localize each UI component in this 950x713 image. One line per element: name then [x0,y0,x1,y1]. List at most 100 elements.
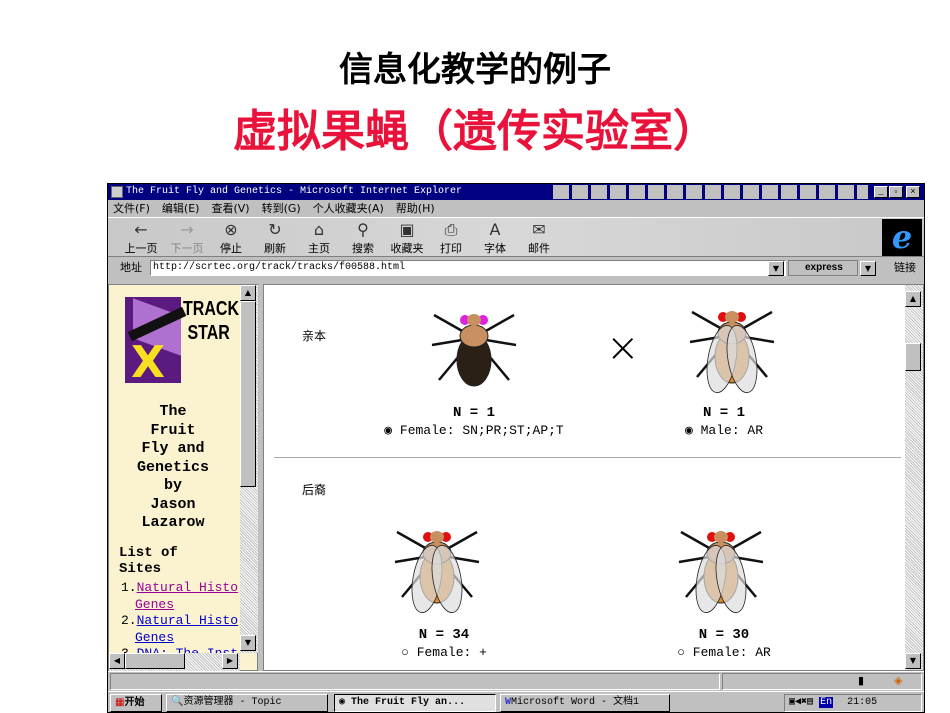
clock: 21:05 [847,697,878,708]
stop-button[interactable]: ⊗ 停止 [210,220,252,256]
menu-edit[interactable]: 编辑(E) [162,202,200,215]
fly-image-parent-male [687,297,777,401]
menu-favorites[interactable]: 个人收藏夹(A) [313,202,384,215]
trackstar-logo: X TRACK STAR [125,297,239,388]
minimize-button[interactable]: _ [874,186,888,198]
mail-icon: ✉ [532,220,546,239]
home-icon: ⌂ [313,220,325,239]
mail-button[interactable]: ✉ 邮件 [518,220,560,256]
language-indicator[interactable]: En [819,697,834,708]
express-dropdown-icon[interactable]: ▼ [860,261,876,276]
search-icon: ⚲ [357,220,369,239]
forward-button[interactable]: → 下一页 [166,220,208,256]
sidebar-text: Jason [150,495,196,513]
explorer-icon: 🔍 [171,697,184,708]
scroll-up-icon: ▲ [240,285,256,301]
fly-image-offspring-2 [676,517,766,621]
quick-launch-icons[interactable] [553,185,868,199]
sidebar-hscrollbar[interactable]: ◀ ▶ [109,653,240,671]
toolbar: ← 上一页 → 下一页 ⊗ 停止 ↻ 刷新 ⌂ 主页 ⚲ 搜索 ▣ 收藏夹 ⎙ 打印 A 字体 ✉… [108,217,924,257]
home-button[interactable]: ⌂ 主页 [298,220,340,256]
hscroll-thumb [125,653,185,669]
back-button[interactable]: ← 上一页 [120,220,162,256]
site-link-2[interactable]: Natural Histo [137,613,238,628]
forward-icon: → [180,220,194,239]
menu-view[interactable]: 查看(V) [211,202,249,215]
site-link-2-cont[interactable]: Genes [135,630,174,645]
tray-icons[interactable]: ▣◀✖▤ [789,697,813,708]
task-explorer[interactable]: 🔍资源管理器 - Topic [166,694,328,712]
site-link-1[interactable]: Natural Histo [137,580,238,595]
site-link-1-cont[interactable]: Genes [135,597,174,612]
sidebar-frame: X TRACK STAR The Fruit Fly and Genetics … [108,284,258,671]
title-bar: The Fruit Fly and Genetics - Microsoft I… [108,184,924,200]
slide-title: 信息化教学的例子 [339,50,611,90]
task-word[interactable]: WMicrosoft Word - 文档1 [500,694,670,712]
parent-female-count: N = 1 [452,405,495,421]
content-vscrollbar[interactable]: ▲ ▼ [905,285,923,670]
status-bar: ▮ ◈ [108,671,924,691]
refresh-icon: ↻ [268,220,282,239]
task-ie[interactable]: ◉ The Fruit Fly an... [334,694,496,712]
offspring-1-radio[interactable]: ○ Female: + [344,645,544,660]
favorites-button[interactable]: ▣ 收藏夹 [386,220,428,256]
address-dropdown-icon[interactable]: ▼ [768,261,784,276]
scroll-down-icon: ▼ [905,653,921,669]
offspring-2-radio[interactable]: ○ Female: AR [624,645,824,660]
scroll-thumb [905,343,921,371]
offspring-2-count: N = 30 [698,627,750,643]
refresh-button[interactable]: ↻ 刷新 [254,220,296,256]
site-list: 1.Natural Histo Genes 2.Natural Histo Ge… [121,580,241,663]
menu-bar: 文件(F) 编辑(E) 查看(V) 转到(G) 个人收藏夹(A) 帮助(H) [108,200,924,217]
start-button[interactable]: ▦开始 [110,694,162,712]
scroll-right-icon: ▶ [222,653,238,669]
font-button[interactable]: A 字体 [474,220,516,256]
close-button[interactable]: × [906,186,920,198]
font-icon: A [489,220,501,239]
address-input[interactable]: http://scrtec.org/track/tracks/f00588.ht… [150,260,786,276]
content-frame: 亲本 后裔 × N = 1 ◉ Female: SN;PR;ST;AP;T N … [263,284,924,671]
stop-icon: ⊗ [224,220,238,239]
page-icon: ▮ [858,674,865,687]
sidebar-text: The [159,403,187,420]
menu-help[interactable]: 帮助(H) [396,202,435,215]
scroll-thumb [240,301,256,487]
print-icon: ⎙ [444,220,458,239]
parents-label: 亲本 [302,329,327,343]
scroll-left-icon: ◀ [109,653,125,669]
maximize-button[interactable]: ▫ [889,186,903,198]
offspring-label: 后裔 [302,483,327,497]
ie-icon: ◉ [339,697,346,708]
print-button[interactable]: ⎙ 打印 [430,220,472,256]
fly-image-offspring-1 [392,517,482,621]
window-title: The Fruit Fly and Genetics - Microsoft I… [126,186,463,197]
sidebar-text: Genetics [136,458,209,476]
menu-go[interactable]: 转到(G) [262,202,301,215]
parent-male-radio[interactable]: ◉ Male: AR [634,423,814,438]
fly-image-parent-female [429,300,519,404]
taskbar: ▦开始 🔍资源管理器 - Topic ◉ The Fruit Fly an...… [108,691,924,713]
address-label: 地址 [120,261,142,274]
address-bar: 地址 http://scrtec.org/track/tracks/f00588… [108,257,924,279]
ie-icon [111,186,123,198]
divider [274,457,901,458]
parent-female-radio[interactable]: ◉ Female: SN;PR;ST;AP;T [354,423,594,438]
search-button[interactable]: ⚲ 搜索 [342,220,384,256]
sidebar-text: by [163,477,182,494]
express-button[interactable]: express [788,260,858,276]
scroll-down-icon: ▼ [240,635,256,651]
sidebar-text: Fly and [141,440,205,457]
links-label[interactable]: 链接 [894,257,916,279]
ie-logo: e [882,219,922,256]
logo-text: TRACK STAR [183,298,239,344]
back-icon: ← [134,220,148,239]
system-tray: ▣◀✖▤ En 21:05 [784,694,922,712]
sidebar-text: Fruit [150,421,196,439]
scroll-up-icon: ▲ [905,291,921,307]
sidebar-vscrollbar[interactable]: ▲ ▼ [240,285,258,653]
menu-file[interactable]: 文件(F) [113,202,150,215]
cross-symbol: × [606,325,640,371]
internet-zone-icon: ◈ [894,674,903,687]
favorites-icon: ▣ [399,220,415,239]
offspring-1-count: N = 34 [418,627,470,643]
